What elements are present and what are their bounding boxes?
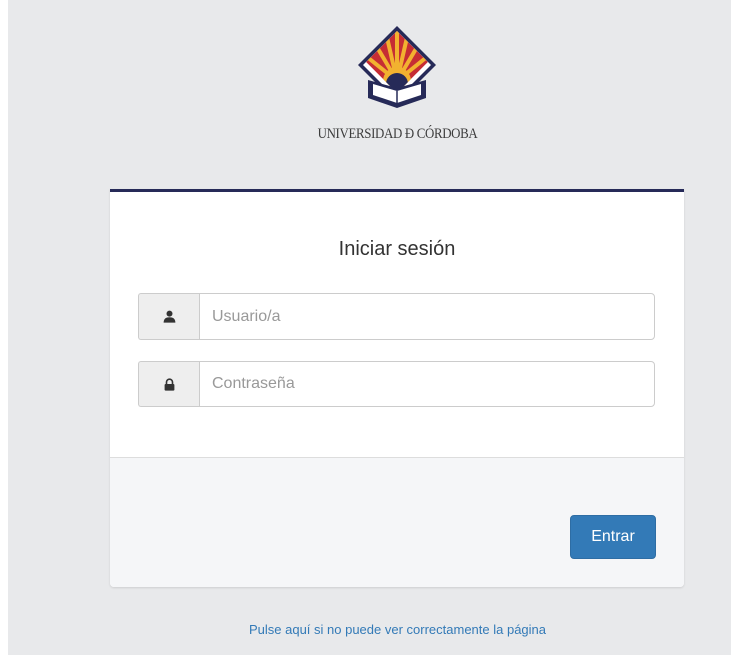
password-input[interactable] [199, 361, 655, 407]
username-addon [138, 293, 199, 340]
login-button[interactable]: Entrar [570, 515, 656, 559]
username-field-group [138, 293, 655, 340]
login-title: Iniciar sesión [338, 238, 456, 260]
password-addon [138, 361, 199, 407]
compatibility-help-link[interactable]: Pulse aquí si no puede ver correctamente… [0, 622, 731, 637]
user-icon [163, 310, 175, 323]
university-logo [358, 26, 436, 108]
lock-icon [164, 377, 174, 391]
login-card: Iniciar sesión Entrar [110, 189, 684, 587]
password-field-group [138, 361, 655, 407]
university-name: UNIVERSIDAD Ð CÓRDOBA [317, 126, 478, 142]
username-input[interactable] [199, 293, 655, 340]
card-footer: Entrar [110, 457, 684, 587]
